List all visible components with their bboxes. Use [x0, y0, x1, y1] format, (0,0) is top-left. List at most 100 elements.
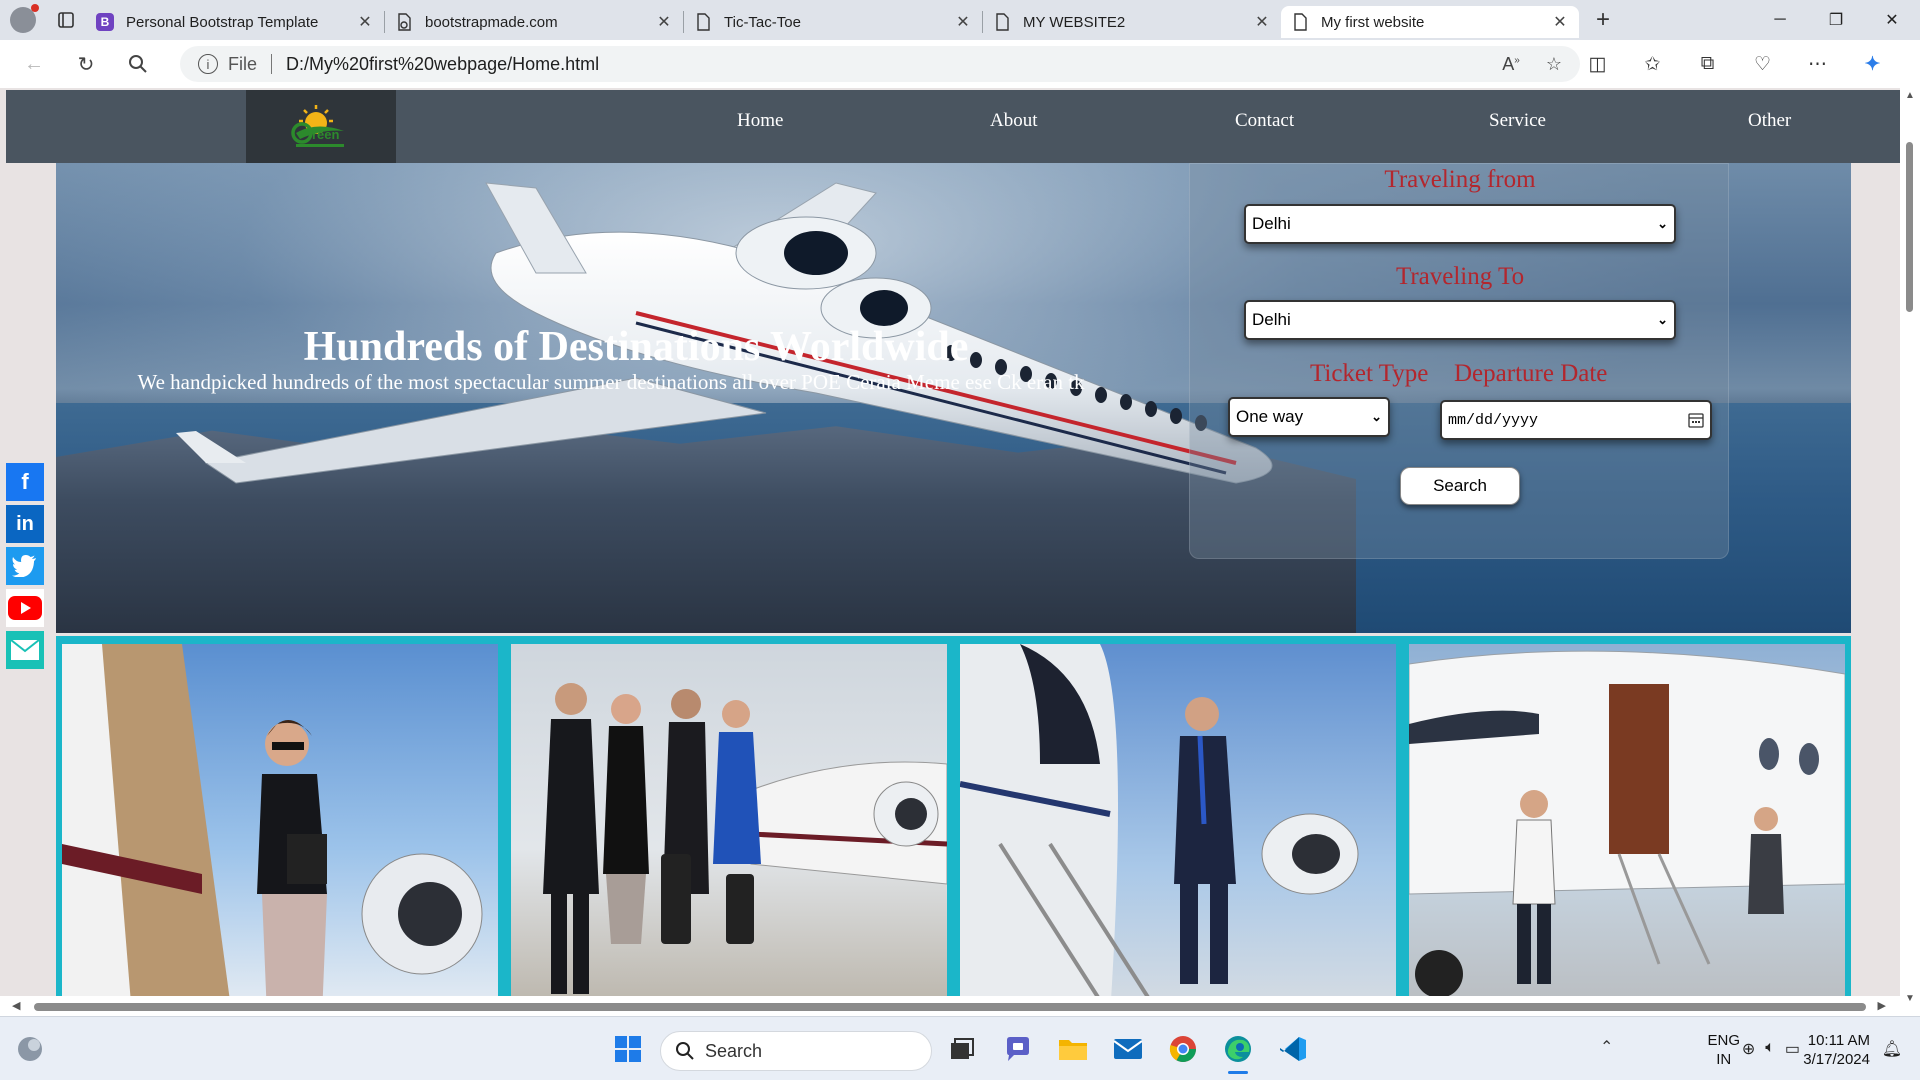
refresh-button[interactable]: ↻: [60, 40, 112, 88]
browser-tab[interactable]: MY WEBSITE2 ✕: [983, 6, 1281, 38]
nav-other[interactable]: Other: [1748, 110, 1791, 132]
gallery-photo: [62, 644, 498, 1016]
back-arrow-icon: ←: [24, 52, 44, 75]
scroll-right-icon[interactable]: ▶: [1878, 999, 1886, 1012]
traveling-to-label: Traveling To: [1395, 263, 1525, 290]
teams-chat-icon[interactable]: [1000, 1031, 1036, 1067]
vscode-icon[interactable]: [1275, 1031, 1311, 1067]
calendar-icon[interactable]: [1688, 412, 1704, 428]
profile-button[interactable]: [0, 0, 46, 40]
businessman-at-jet-image: [960, 644, 1359, 1016]
profile-avatar-icon: [10, 4, 39, 33]
file-explorer-icon[interactable]: [1055, 1031, 1091, 1067]
scroll-up-icon[interactable]: ▲: [1905, 90, 1915, 101]
traveling-from-select[interactable]: Delhi ⌄: [1244, 204, 1676, 244]
restore-icon[interactable]: ❐: [1808, 0, 1864, 40]
volume-icon[interactable]: 🔈︎: [1765, 1039, 1775, 1059]
collections-icon[interactable]: ⧉: [1680, 53, 1735, 75]
traveling-to-select[interactable]: Delhi ⌄: [1244, 300, 1676, 340]
start-button[interactable]: [610, 1031, 646, 1067]
facebook-icon[interactable]: f: [6, 463, 44, 501]
task-view-icon[interactable]: [944, 1031, 980, 1067]
twitter-icon[interactable]: [6, 547, 44, 585]
scheme-label: File: [228, 53, 258, 74]
region-code: IN: [1716, 1051, 1732, 1068]
close-tab-icon[interactable]: ✕: [954, 12, 972, 32]
battery-icon[interactable]: ▭: [1785, 1039, 1800, 1059]
close-window-icon[interactable]: ✕: [1864, 0, 1920, 40]
scroll-down-icon[interactable]: ▼: [1905, 993, 1915, 1004]
nav-service[interactable]: Service: [1489, 110, 1546, 132]
system-tray-icons[interactable]: ⊕ 🔈︎ ▭: [1742, 1039, 1800, 1059]
browser-tab[interactable]: bootstrapmade.com ✕: [385, 6, 683, 38]
departure-date-label: Departure Date: [1454, 360, 1608, 387]
nav-home[interactable]: Home: [737, 110, 783, 132]
linkedin-icon[interactable]: in: [6, 505, 44, 543]
green-logo-icon: reen: [291, 104, 344, 147]
date-placeholder: mm/dd/yyyy: [1448, 411, 1539, 429]
taskbar-search-box[interactable]: Search: [660, 1031, 932, 1071]
url-text[interactable]: D:/My%20first%20webpage/Home.html: [286, 54, 599, 75]
gallery-photo: [1409, 644, 1845, 1016]
site-logo[interactable]: reen: [246, 90, 396, 163]
minimize-icon[interactable]: ─: [1752, 0, 1808, 40]
social-sidebar: f in: [6, 463, 44, 673]
horizontal-scrollbar[interactable]: ◀ ▶: [0, 996, 1900, 1016]
widgets-icon[interactable]: [12, 1031, 48, 1067]
tab-title: My first website: [1321, 13, 1425, 31]
browser-tab[interactable]: Tic-Tac-Toe ✕: [684, 6, 982, 38]
tab-actions-button[interactable]: [46, 0, 86, 40]
search-icon: [129, 55, 147, 73]
bootstrap-icon: B: [96, 13, 114, 31]
close-tab-icon[interactable]: ✕: [356, 12, 374, 32]
copilot-icon[interactable]: ✦: [1845, 53, 1900, 76]
close-tab-icon[interactable]: ✕: [1551, 12, 1569, 32]
notifications-bell-icon[interactable]: 🔔︎: [1882, 1039, 1902, 1059]
favorite-star-icon[interactable]: ☆: [1546, 54, 1562, 75]
email-icon[interactable]: [6, 631, 44, 669]
tab-title: bootstrapmade.com: [425, 13, 558, 31]
departure-date-input[interactable]: mm/dd/yyyy: [1440, 400, 1712, 440]
ticket-type-select[interactable]: One way ⌄: [1228, 397, 1390, 437]
network-globe-icon[interactable]: ⊕: [1742, 1039, 1755, 1059]
favorites-icon[interactable]: ✩: [1625, 53, 1680, 76]
vertical-scroll-thumb[interactable]: [1906, 142, 1913, 312]
address-divider: [271, 54, 273, 74]
chevron-down-icon: ⌄: [1371, 409, 1382, 424]
youtube-icon[interactable]: [6, 589, 44, 627]
hero-banner: Hundreds of Destinations Worldwide We ha…: [56, 163, 1851, 633]
show-hidden-icons-chevron-icon[interactable]: ⌃: [1600, 1037, 1613, 1057]
address-bar[interactable]: i File D:/My%20first%20webpage/Home.html…: [180, 46, 1580, 82]
chevron-down-icon: ⌄: [1657, 312, 1668, 327]
close-tab-icon[interactable]: ✕: [1253, 12, 1271, 32]
mail-icon[interactable]: [1110, 1031, 1146, 1067]
tab-actions-icon: [58, 12, 74, 28]
split-screen-icon[interactable]: ◫: [1570, 53, 1625, 76]
browser-tab-active[interactable]: My first website ✕: [1281, 6, 1579, 38]
vertical-scrollbar[interactable]: ▲ ▼: [1900, 88, 1920, 1016]
info-icon[interactable]: i: [198, 54, 218, 74]
horizontal-scroll-thumb[interactable]: [34, 1003, 1866, 1011]
edge-icon[interactable]: [1220, 1031, 1256, 1074]
nav-about[interactable]: About: [990, 110, 1038, 132]
search-page-button[interactable]: [112, 40, 164, 88]
traveling-from-value: Delhi: [1252, 214, 1291, 233]
close-tab-icon[interactable]: ✕: [655, 12, 673, 32]
taskbar-clock[interactable]: 10:11 AM 3/17/2024: [1803, 1031, 1870, 1069]
input-language-indicator[interactable]: ENG IN: [1707, 1031, 1740, 1069]
photo-gallery: [56, 636, 1851, 1016]
windows-taskbar: Search ⌃ ENG IN ⊕ 🔈︎ ▭ 10:11 AM 3/17/202…: [0, 1016, 1920, 1080]
browser-essentials-icon[interactable]: ♡: [1735, 53, 1790, 76]
back-button[interactable]: ←: [8, 40, 60, 88]
chevron-down-icon: ⌄: [1657, 216, 1668, 231]
new-tab-button[interactable]: +: [1583, 6, 1623, 34]
browser-tab[interactable]: B Personal Bootstrap Template ✕: [86, 6, 384, 38]
search-button[interactable]: Search: [1400, 467, 1520, 505]
nav-contact[interactable]: Contact: [1235, 110, 1294, 132]
scroll-left-icon[interactable]: ◀: [12, 999, 20, 1012]
chrome-icon[interactable]: [1165, 1031, 1201, 1067]
more-menu-icon[interactable]: ⋯: [1790, 53, 1845, 76]
pilot-and-crew-image: [1409, 650, 1845, 998]
read-aloud-icon[interactable]: A»: [1502, 54, 1520, 75]
hero-subtitle: We handpicked hundreds of the most spect…: [137, 370, 1085, 394]
